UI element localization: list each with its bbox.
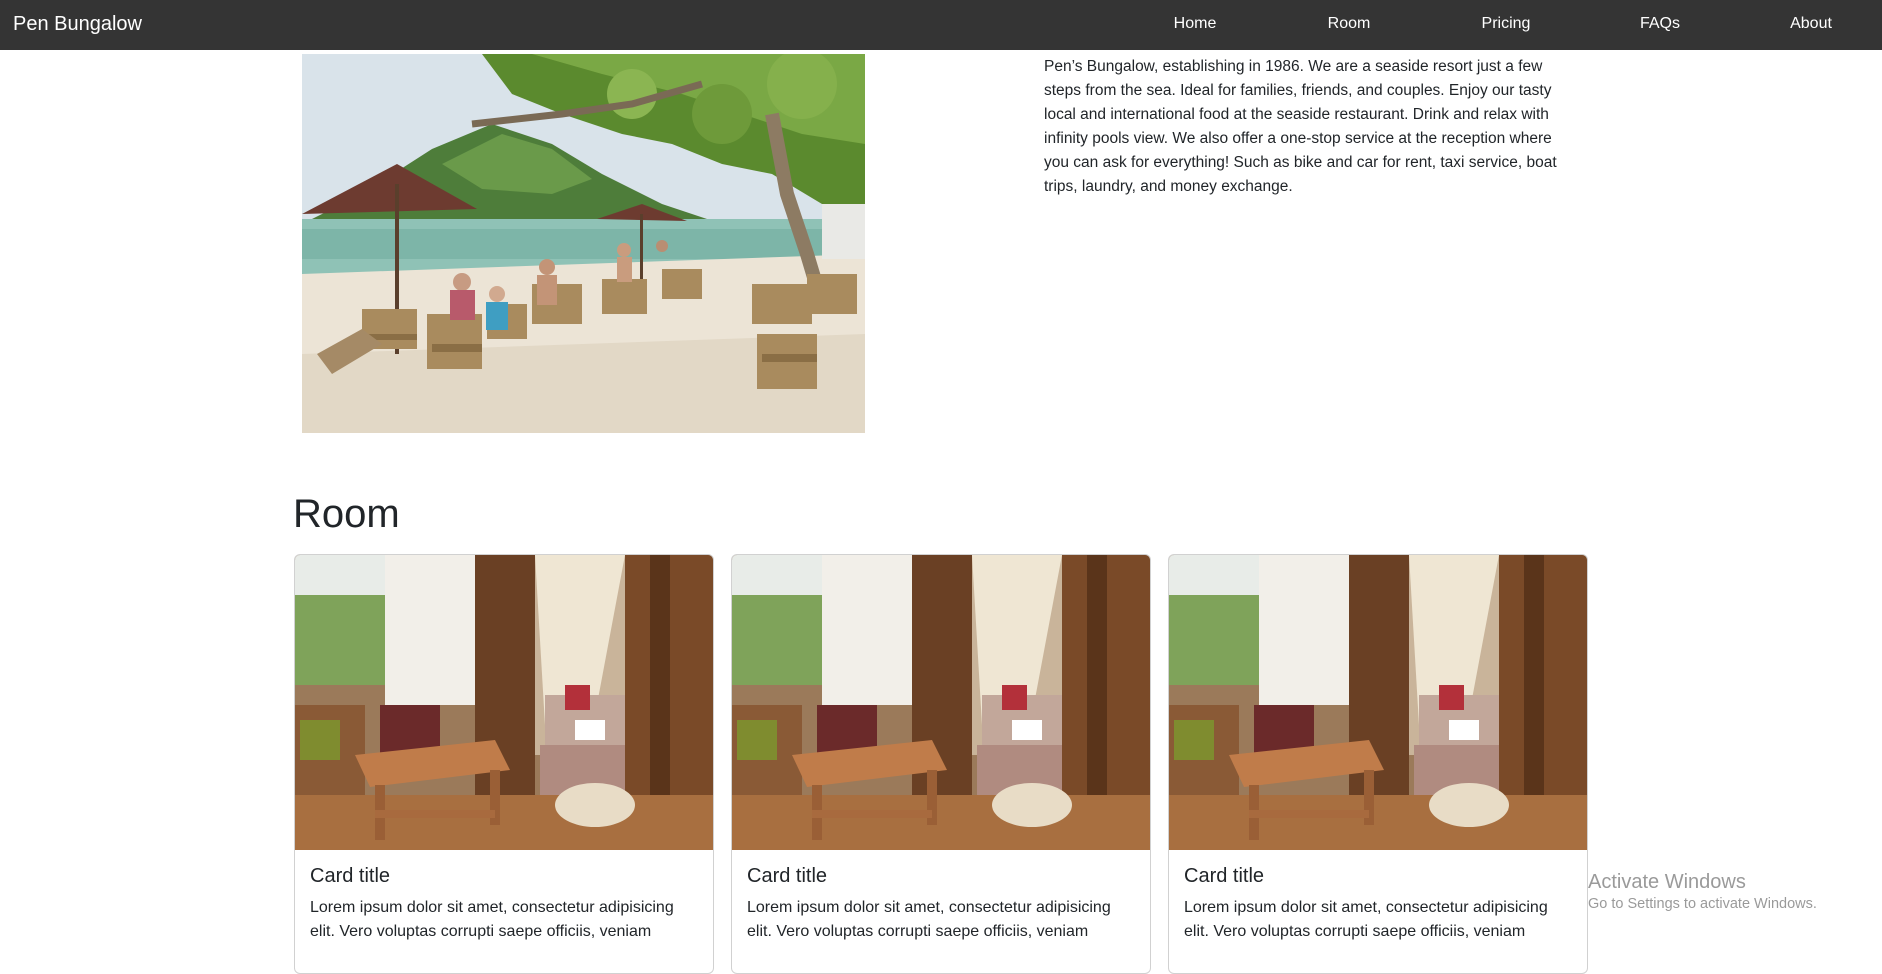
nav-link-room[interactable]: Room (1328, 14, 1371, 34)
card-body: Card title Lorem ipsum dolor sit amet, c… (295, 850, 713, 944)
watermark-subtitle: Go to Settings to activate Windows. (1588, 896, 1817, 912)
card-text: Lorem ipsum dolor sit amet, consectetur … (1184, 899, 1548, 940)
top-navbar: Pen Bungalow Home Room Pricing FAQs Abou… (0, 0, 1882, 50)
card-title: Card title (310, 865, 391, 887)
room-photo (732, 555, 1150, 850)
nav-link-faqs[interactable]: FAQs (1640, 14, 1680, 34)
resort-description: Pen’s Bungalow, establishing in 1986. We… (1044, 58, 1557, 195)
beach-restaurant-photo (302, 54, 865, 433)
card-title: Card title (747, 865, 828, 887)
card-title: Card title (1184, 865, 1265, 887)
windows-activation-watermark: Activate Windows Go to Settings to activ… (1588, 870, 1817, 914)
watermark-title: Activate Windows (1588, 871, 1746, 893)
nav-link-about[interactable]: About (1790, 14, 1832, 34)
nav-link-pricing[interactable]: Pricing (1482, 14, 1531, 34)
room-card[interactable]: Card title Lorem ipsum dolor sit amet, c… (294, 554, 714, 974)
card-text: Lorem ipsum dolor sit amet, consectetur … (747, 899, 1111, 940)
card-text: Lorem ipsum dolor sit amet, consectetur … (310, 899, 674, 940)
card-body: Card title Lorem ipsum dolor sit amet, c… (1169, 850, 1587, 944)
room-photo (295, 555, 713, 850)
room-card[interactable]: Card title Lorem ipsum dolor sit amet, c… (1168, 554, 1588, 974)
brand-logo-text[interactable]: Pen Bungalow (13, 12, 142, 36)
card-body: Card title Lorem ipsum dolor sit amet, c… (732, 850, 1150, 944)
room-section-title: Room (293, 492, 400, 536)
room-card[interactable]: Card title Lorem ipsum dolor sit amet, c… (731, 554, 1151, 974)
room-photo (1169, 555, 1587, 850)
nav-link-home[interactable]: Home (1174, 14, 1217, 34)
